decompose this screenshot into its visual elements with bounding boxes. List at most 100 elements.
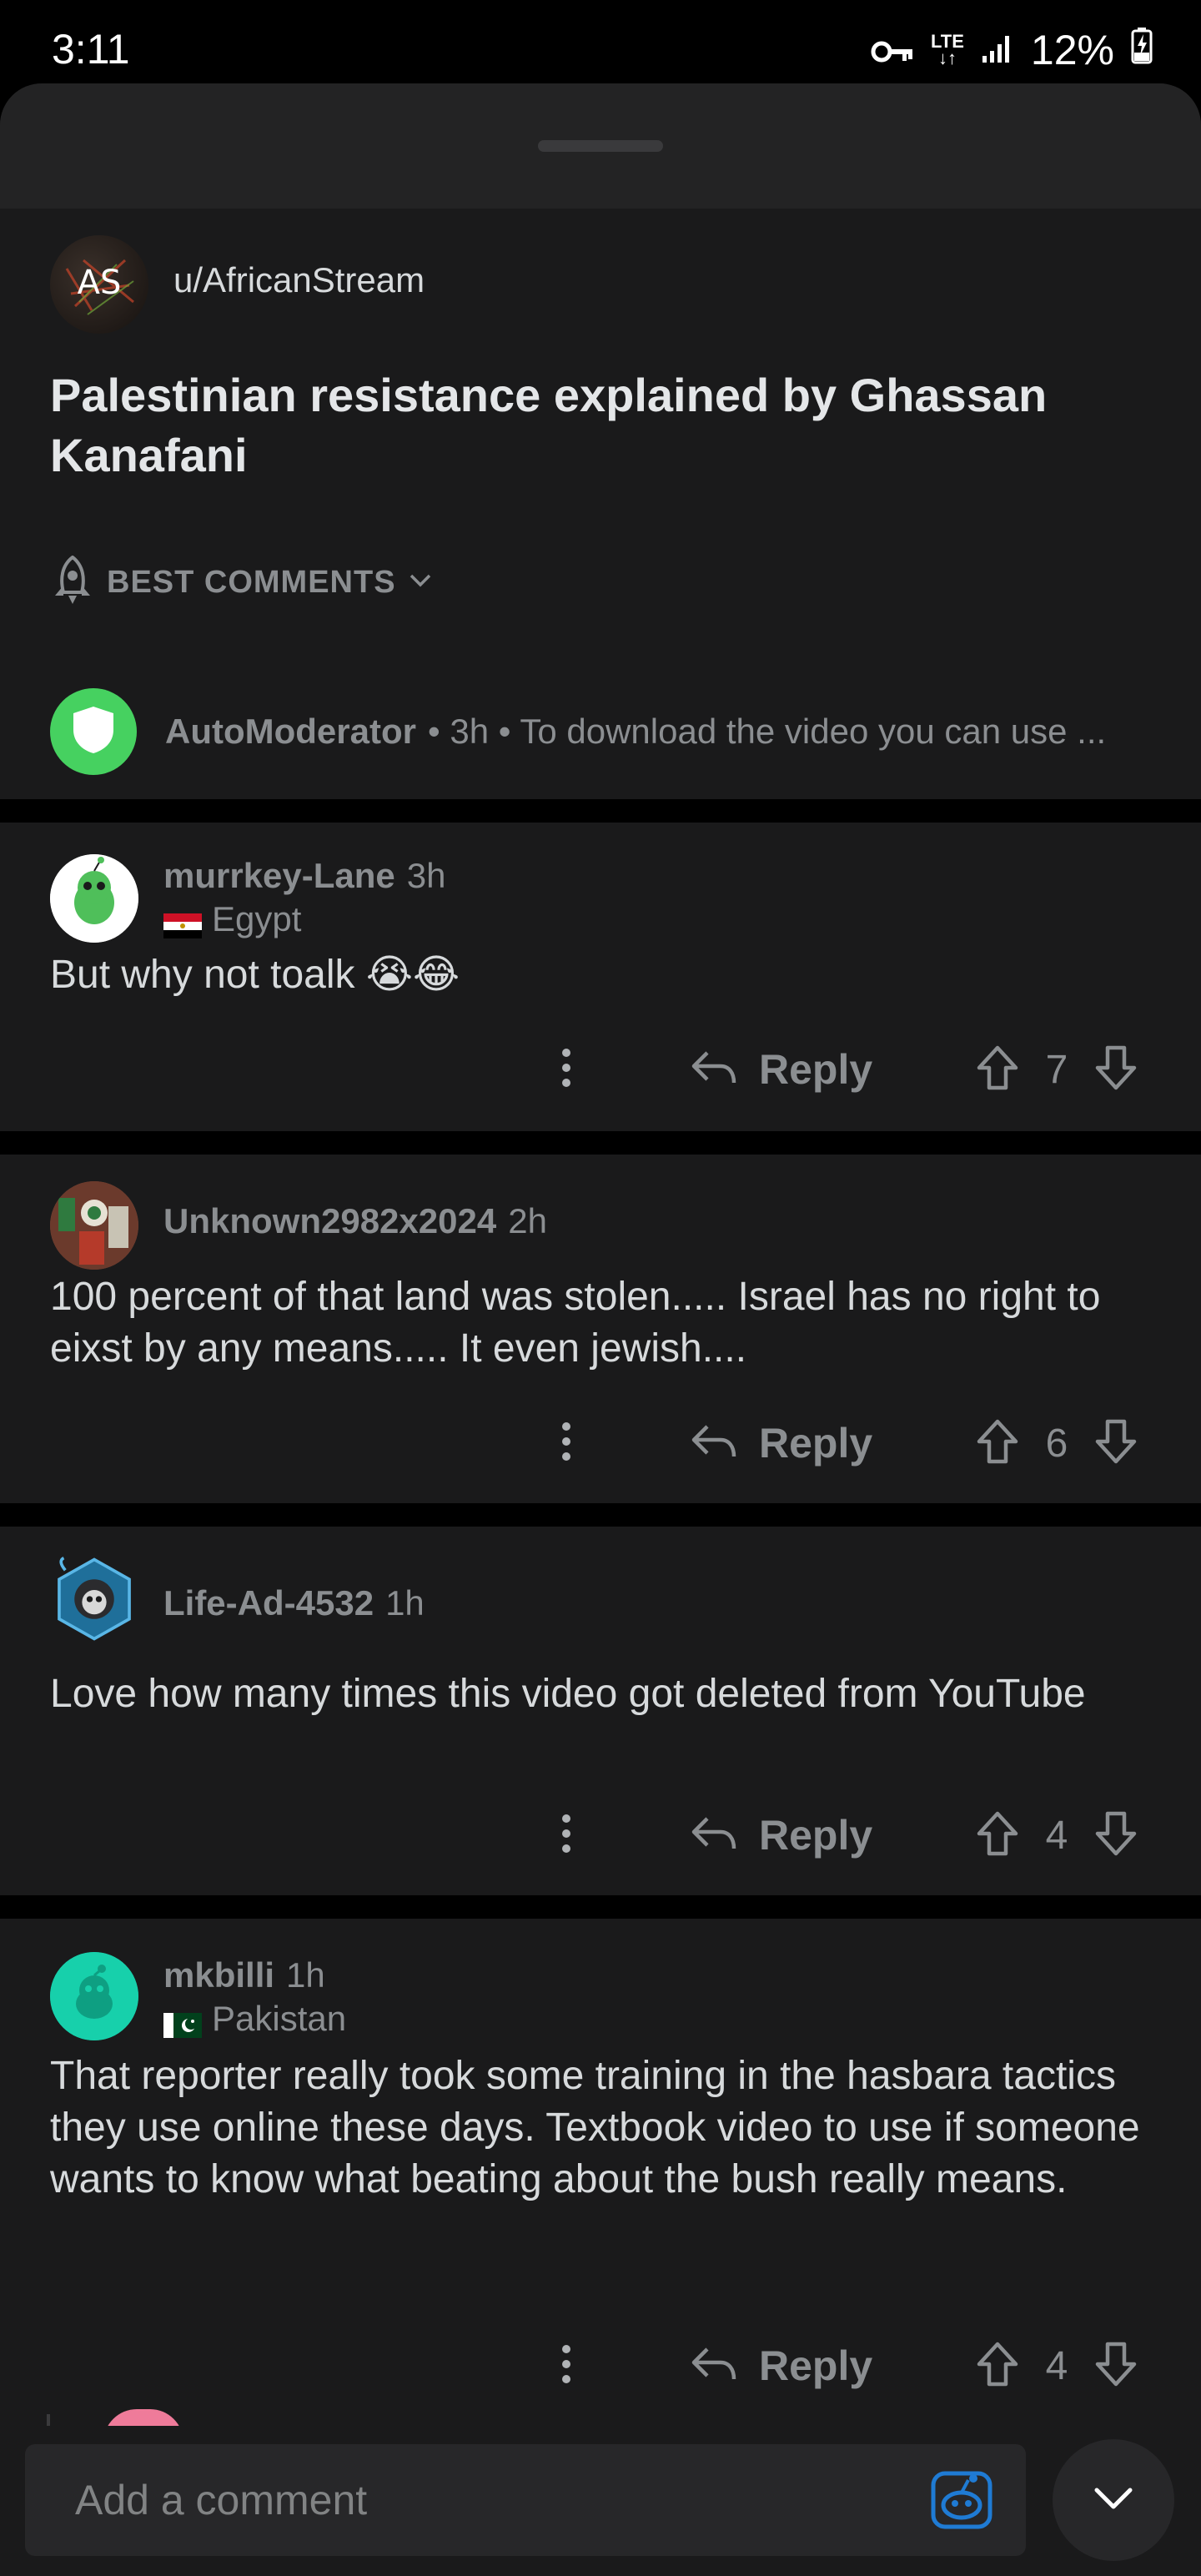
comment-username[interactable]: mkbilli 1h <box>163 1955 325 1995</box>
user-avatar[interactable] <box>50 1555 138 1643</box>
signal-icon <box>981 26 1014 74</box>
egypt-flag-icon <box>163 907 202 938</box>
vote-controls: 4 <box>974 2324 1139 2407</box>
post-author-avatar-letters: AS <box>78 264 122 302</box>
drag-handle[interactable] <box>538 140 663 152</box>
vote-count: 4 <box>1045 1813 1068 1858</box>
sort-selector[interactable]: BEST COMMENTS <box>50 549 433 616</box>
section-divider <box>0 799 1201 823</box>
status-icons: LTE ↓↑ 12% <box>871 25 1153 75</box>
comment-actions: Reply 4 <box>0 2324 1201 2407</box>
automod-username: AutoModerator <box>165 712 416 751</box>
reply-icon <box>689 1814 737 1858</box>
vote-count: 6 <box>1045 1421 1068 1466</box>
upvote-icon[interactable] <box>974 1810 1021 1861</box>
vote-count: 4 <box>1045 2343 1068 2388</box>
more-vertical-icon <box>560 2343 572 2389</box>
vote-controls: 7 <box>974 1028 1139 1111</box>
status-time: 3:11 <box>52 26 130 73</box>
flair-text: Pakistan <box>212 1999 347 2038</box>
vote-controls: 6 <box>974 1401 1139 1485</box>
post-author-username[interactable]: u/AfricanStream <box>173 260 425 300</box>
comment-actions: Reply 4 <box>0 1794 1201 1877</box>
shield-icon <box>70 703 117 761</box>
comment-body: 100 percent of that land was stolen.....… <box>50 1275 1101 1371</box>
comment-body: Love how many times this video got delet… <box>50 1672 1086 1716</box>
vpn-key-icon <box>871 26 914 74</box>
more-options-button[interactable] <box>545 1401 587 1485</box>
downvote-icon[interactable] <box>1093 2341 1139 2392</box>
downvote-icon[interactable] <box>1093 1044 1139 1095</box>
battery-charging-icon <box>1131 26 1153 74</box>
comment-username-text: Life-Ad-4532 <box>163 1583 374 1623</box>
upvote-icon[interactable] <box>974 1044 1021 1095</box>
reply-label: Reply <box>759 2342 873 2389</box>
more-vertical-icon <box>560 1421 572 1467</box>
comment-item: mkbilli 1h Pakistan That reporter really … <box>0 1919 1201 2443</box>
comment-actions: Reply 7 <box>0 1028 1201 1111</box>
vote-count: 7 <box>1045 1047 1068 1092</box>
sort-label: BEST COMMENTS <box>107 564 396 600</box>
battery-percent: 12% <box>1030 27 1114 73</box>
more-vertical-icon <box>560 1047 572 1093</box>
vote-controls: 4 <box>974 1794 1139 1877</box>
reply-button[interactable]: Reply <box>689 1028 872 1111</box>
reply-button[interactable]: Reply <box>689 2324 872 2407</box>
user-avatar[interactable] <box>50 1952 138 2040</box>
status-bar: 3:11 LTE ↓↑ 12% <box>0 0 1201 92</box>
downvote-icon[interactable] <box>1093 1418 1139 1469</box>
next-comment-peek <box>47 2414 50 2426</box>
reply-button[interactable]: Reply <box>689 1401 872 1485</box>
flair-text: Egypt <box>212 899 302 938</box>
snoo-avatar-button[interactable] <box>926 2464 997 2536</box>
comment-age: 1h <box>286 1955 325 1995</box>
comment-item: murrkey-Lane 3h Egypt But why not toalk 😭… <box>0 823 1201 1131</box>
reply-icon <box>689 1421 737 1466</box>
automod-avatar <box>50 688 137 775</box>
comment-actions: Reply 6 <box>0 1401 1201 1485</box>
post-author-avatar[interactable]: AS <box>50 235 148 334</box>
reply-icon <box>689 1048 737 1092</box>
more-vertical-icon <box>560 1813 572 1859</box>
section-divider <box>0 1131 1201 1155</box>
lte-data-icon: LTE ↓↑ <box>931 31 964 68</box>
chevron-down-icon <box>1092 2485 1135 2516</box>
section-divider <box>0 1503 1201 1527</box>
more-options-button[interactable] <box>545 1028 587 1111</box>
upvote-icon[interactable] <box>974 1418 1021 1469</box>
comment-age: 1h <box>385 1583 425 1623</box>
post-title: Palestinian resistance explained by Ghas… <box>50 369 1048 481</box>
comment-username[interactable]: murrkey-Lane 3h <box>163 856 446 896</box>
comment-username-text: Unknown2982x2024 <box>163 1201 497 1240</box>
add-comment-input[interactable]: Add a comment <box>25 2444 1026 2556</box>
comment-age: 2h <box>508 1201 547 1240</box>
more-options-button[interactable] <box>545 2324 587 2407</box>
chevron-down-icon <box>408 572 433 593</box>
user-flair: Egypt <box>163 899 301 939</box>
comment-username-text: mkbilli <box>163 1955 275 1995</box>
downvote-icon[interactable] <box>1093 1810 1139 1861</box>
post-header: AS u/AfricanStream Palestinian resistanc… <box>0 209 1201 883</box>
reply-button[interactable]: Reply <box>689 1794 872 1877</box>
user-avatar[interactable] <box>50 1181 138 1270</box>
user-avatar[interactable] <box>50 854 138 943</box>
reply-label: Reply <box>759 1812 873 1859</box>
user-flair: Pakistan <box>163 1999 346 2039</box>
comment-age: 3h <box>406 856 446 895</box>
comment-composer: Add a comment <box>0 2426 1201 2576</box>
comment-body: But why not toalk 😭😂 <box>50 953 460 997</box>
comment-item: Life-Ad-4532 1h Love how many times this … <box>0 1527 1201 1895</box>
pakistan-flag-icon <box>163 2006 202 2038</box>
section-divider <box>0 1895 1201 1919</box>
reply-label: Reply <box>759 1046 873 1093</box>
comment-username[interactable]: Life-Ad-4532 1h <box>163 1583 425 1623</box>
comment-username[interactable]: Unknown2982x2024 2h <box>163 1201 547 1241</box>
automod-comment-collapsed[interactable]: AutoModerator • 3h • To download the vid… <box>50 686 1159 777</box>
more-options-button[interactable] <box>545 1794 587 1877</box>
sheet-header[interactable] <box>0 83 1201 209</box>
collapse-button[interactable] <box>1053 2439 1174 2561</box>
comment-item: Unknown2982x2024 2h 100 percent of that l… <box>0 1155 1201 1503</box>
add-comment-placeholder: Add a comment <box>75 2477 368 2523</box>
upvote-icon[interactable] <box>974 2341 1021 2392</box>
automod-preview: • 3h • To download the video you can use… <box>427 712 1107 751</box>
